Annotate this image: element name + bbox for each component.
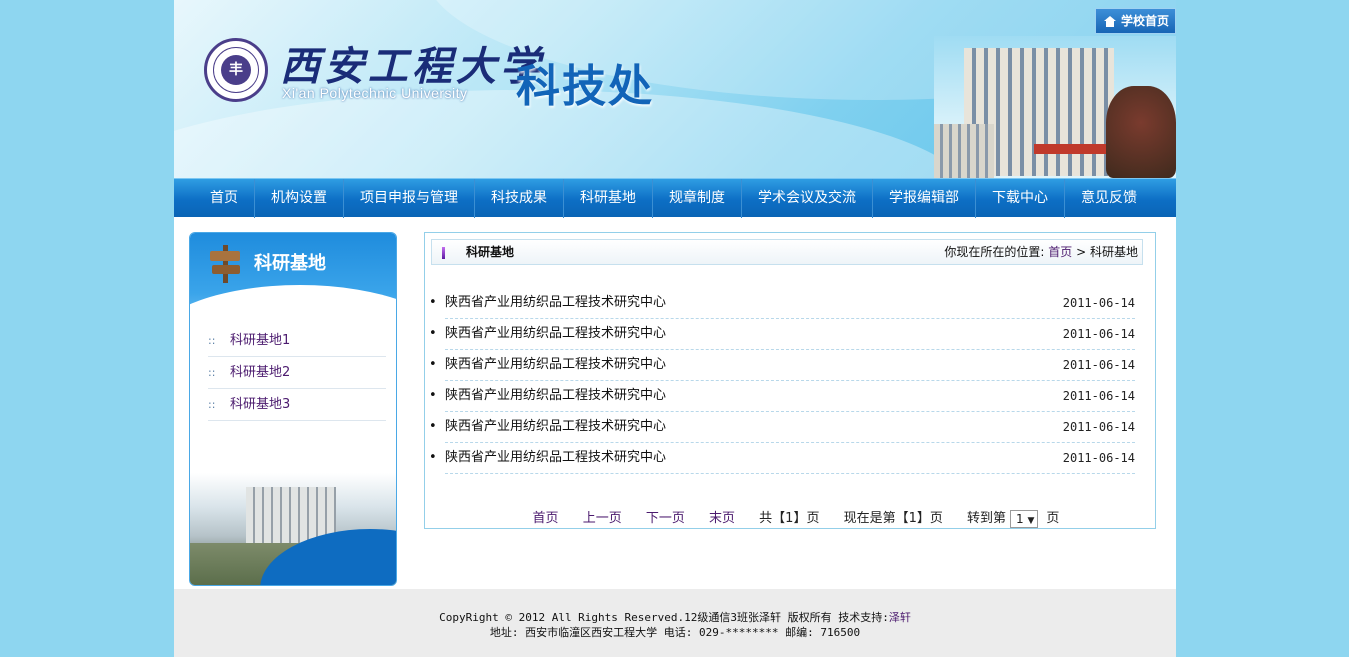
list-item-title[interactable]: 陕西省产业用纺织品工程技术研究中心	[445, 419, 666, 434]
footer-address: 地址: 西安市临潼区西安工程大学 电话: 029-******** 邮编: 71…	[489, 626, 861, 639]
image-red-banner	[1034, 144, 1114, 154]
breadcrumb-prefix: 你现在所在的位置:	[944, 245, 1045, 259]
list-item-date: 2011-06-14	[1062, 296, 1135, 310]
sidebar-item-label[interactable]: 科研基地3	[230, 389, 290, 420]
pager-goto: 转到第 1 ▼ 页	[967, 509, 1060, 528]
footer-support-link[interactable]: 泽轩	[889, 611, 911, 624]
breadcrumb-current: 科研基地	[1089, 245, 1138, 259]
breadcrumb: 你现在所在的位置: 首页 > 科研基地	[944, 240, 1138, 264]
image-tree	[1106, 86, 1176, 178]
pager-total: 共【1】页	[759, 511, 820, 526]
seal-emblem: 丰	[221, 55, 251, 85]
list-item[interactable]: • 陕西省产业用纺织品工程技术研究中心 2011-06-14	[429, 288, 1135, 319]
list-item-date: 2011-06-14	[1062, 451, 1135, 465]
chevron-down-icon: ▼	[1027, 515, 1035, 526]
university-name-en: Xi'an Polytechnic University	[282, 85, 468, 101]
content-title-bar: 科研基地 你现在所在的位置: 首页 > 科研基地	[431, 239, 1143, 265]
list-item-date: 2011-06-14	[1062, 327, 1135, 341]
bullet-icon: •	[429, 388, 437, 403]
list-item[interactable]: • 陕西省产业用纺织品工程技术研究中心 2011-06-14	[429, 443, 1135, 474]
footer: CopyRight © 2012 All Rights Reserved.12级…	[174, 589, 1176, 657]
campus-building-image	[934, 36, 1176, 178]
sidebar-item[interactable]: :: 科研基地1	[208, 325, 386, 357]
page-select-value: 1	[1016, 511, 1024, 526]
list-item-date: 2011-06-14	[1062, 420, 1135, 434]
pager-last-link[interactable]: 末页	[709, 511, 735, 526]
nav-item-achievements[interactable]: 科技成果	[475, 179, 564, 218]
image-low-building	[934, 124, 994, 178]
pager-goto-suffix: 页	[1046, 511, 1060, 526]
pagination: 首页 上一页 下一页 末页 共【1】页 现在是第【1】页 转到第 1 ▼ 页	[425, 507, 1157, 528]
university-name-cn: 西安工程大学	[280, 43, 544, 90]
title-marker-icon	[442, 247, 445, 259]
footer-copyright-text: CopyRight © 2012 All Rights Reserved.12级…	[439, 611, 889, 624]
footer-copyright: CopyRight © 2012 All Rights Reserved.12级…	[174, 609, 1176, 625]
list-item[interactable]: • 陕西省产业用纺织品工程技术研究中心 2011-06-14	[429, 412, 1135, 443]
bullet-icon: ::	[208, 334, 216, 347]
nav-item-feedback[interactable]: 意见反馈	[1065, 179, 1153, 218]
home-icon	[1103, 15, 1116, 27]
list-item-title[interactable]: 陕西省产业用纺织品工程技术研究中心	[445, 326, 666, 341]
signpost-board	[212, 265, 240, 274]
content-panel: 科研基地 你现在所在的位置: 首页 > 科研基地 • 陕西省产业用纺织品工程技术…	[424, 232, 1156, 529]
article-list: • 陕西省产业用纺织品工程技术研究中心 2011-06-14 • 陕西省产业用纺…	[425, 288, 1137, 474]
header-banner: 丰 西安工程大学 Xi'an Polytechnic University 科技…	[174, 0, 1176, 178]
nav-item-projects[interactable]: 项目申报与管理	[344, 179, 475, 218]
department-title: 科技处	[516, 61, 654, 112]
nav-item-journal[interactable]: 学报编辑部	[873, 179, 976, 218]
page-wrapper: 丰 西安工程大学 Xi'an Polytechnic University 科技…	[174, 0, 1176, 657]
nav-item-research-bases[interactable]: 科研基地	[564, 179, 653, 218]
nav-item-downloads[interactable]: 下载中心	[976, 179, 1065, 218]
pager-next-link[interactable]: 下一页	[646, 511, 685, 526]
breadcrumb-home-link[interactable]: 首页	[1048, 245, 1072, 259]
sidebar-header: 科研基地	[190, 233, 396, 405]
pager-prev-link[interactable]: 上一页	[583, 511, 622, 526]
pager-first-link[interactable]: 首页	[533, 511, 559, 526]
signpost-board	[210, 251, 240, 261]
bullet-icon: •	[429, 450, 437, 465]
list-item-date: 2011-06-14	[1062, 389, 1135, 403]
content-title: 科研基地	[466, 245, 515, 259]
list-item-title[interactable]: 陕西省产业用纺织品工程技术研究中心	[445, 295, 666, 310]
signpost-icon	[208, 245, 242, 283]
school-home-link[interactable]: 学校首页	[1094, 8, 1176, 34]
breadcrumb-separator: >	[1076, 245, 1087, 259]
bullet-icon: ::	[208, 398, 216, 411]
bullet-icon: ::	[208, 366, 216, 379]
sidebar-item-label[interactable]: 科研基地1	[230, 325, 290, 356]
bullet-icon: •	[429, 326, 437, 341]
sidebar-list: :: 科研基地1 :: 科研基地2 :: 科研基地3	[208, 325, 386, 421]
bullet-icon: •	[429, 419, 437, 434]
bullet-icon: •	[429, 357, 437, 372]
list-item-title[interactable]: 陕西省产业用纺织品工程技术研究中心	[445, 388, 666, 403]
list-item-date: 2011-06-14	[1062, 358, 1135, 372]
nav-item-conferences[interactable]: 学术会议及交流	[742, 179, 873, 218]
list-item-title[interactable]: 陕西省产业用纺织品工程技术研究中心	[445, 450, 666, 465]
nav-item-organization[interactable]: 机构设置	[255, 179, 344, 218]
list-item-title[interactable]: 陕西省产业用纺织品工程技术研究中心	[445, 357, 666, 372]
nav-item-home[interactable]: 首页	[194, 179, 255, 218]
university-logo-seal[interactable]: 丰	[204, 38, 268, 102]
sidebar-item[interactable]: :: 科研基地3	[208, 389, 386, 421]
sidebar-item[interactable]: :: 科研基地2	[208, 357, 386, 389]
pager-goto-label: 转到第	[967, 511, 1007, 526]
sidebar: 科研基地 :: 科研基地1 :: 科研基地2 :: 科研基地3	[189, 232, 397, 586]
list-item[interactable]: • 陕西省产业用纺织品工程技术研究中心 2011-06-14	[429, 319, 1135, 350]
sidebar-item-label[interactable]: 科研基地2	[230, 357, 290, 388]
school-home-label: 学校首页	[1120, 14, 1169, 28]
pager-current: 现在是第【1】页	[843, 511, 943, 526]
list-item[interactable]: • 陕西省产业用纺织品工程技术研究中心 2011-06-14	[429, 381, 1135, 412]
page-select[interactable]: 1 ▼	[1010, 509, 1039, 528]
bullet-icon: •	[429, 295, 437, 310]
sidebar-title: 科研基地	[254, 253, 326, 274]
nav-item-regulations[interactable]: 规章制度	[653, 179, 742, 218]
main-navigation: 首页 机构设置 项目申报与管理 科技成果 科研基地 规章制度 学术会议及交流 学…	[174, 178, 1176, 218]
list-item[interactable]: • 陕西省产业用纺织品工程技术研究中心 2011-06-14	[429, 350, 1135, 381]
campus-photo	[190, 473, 396, 585]
